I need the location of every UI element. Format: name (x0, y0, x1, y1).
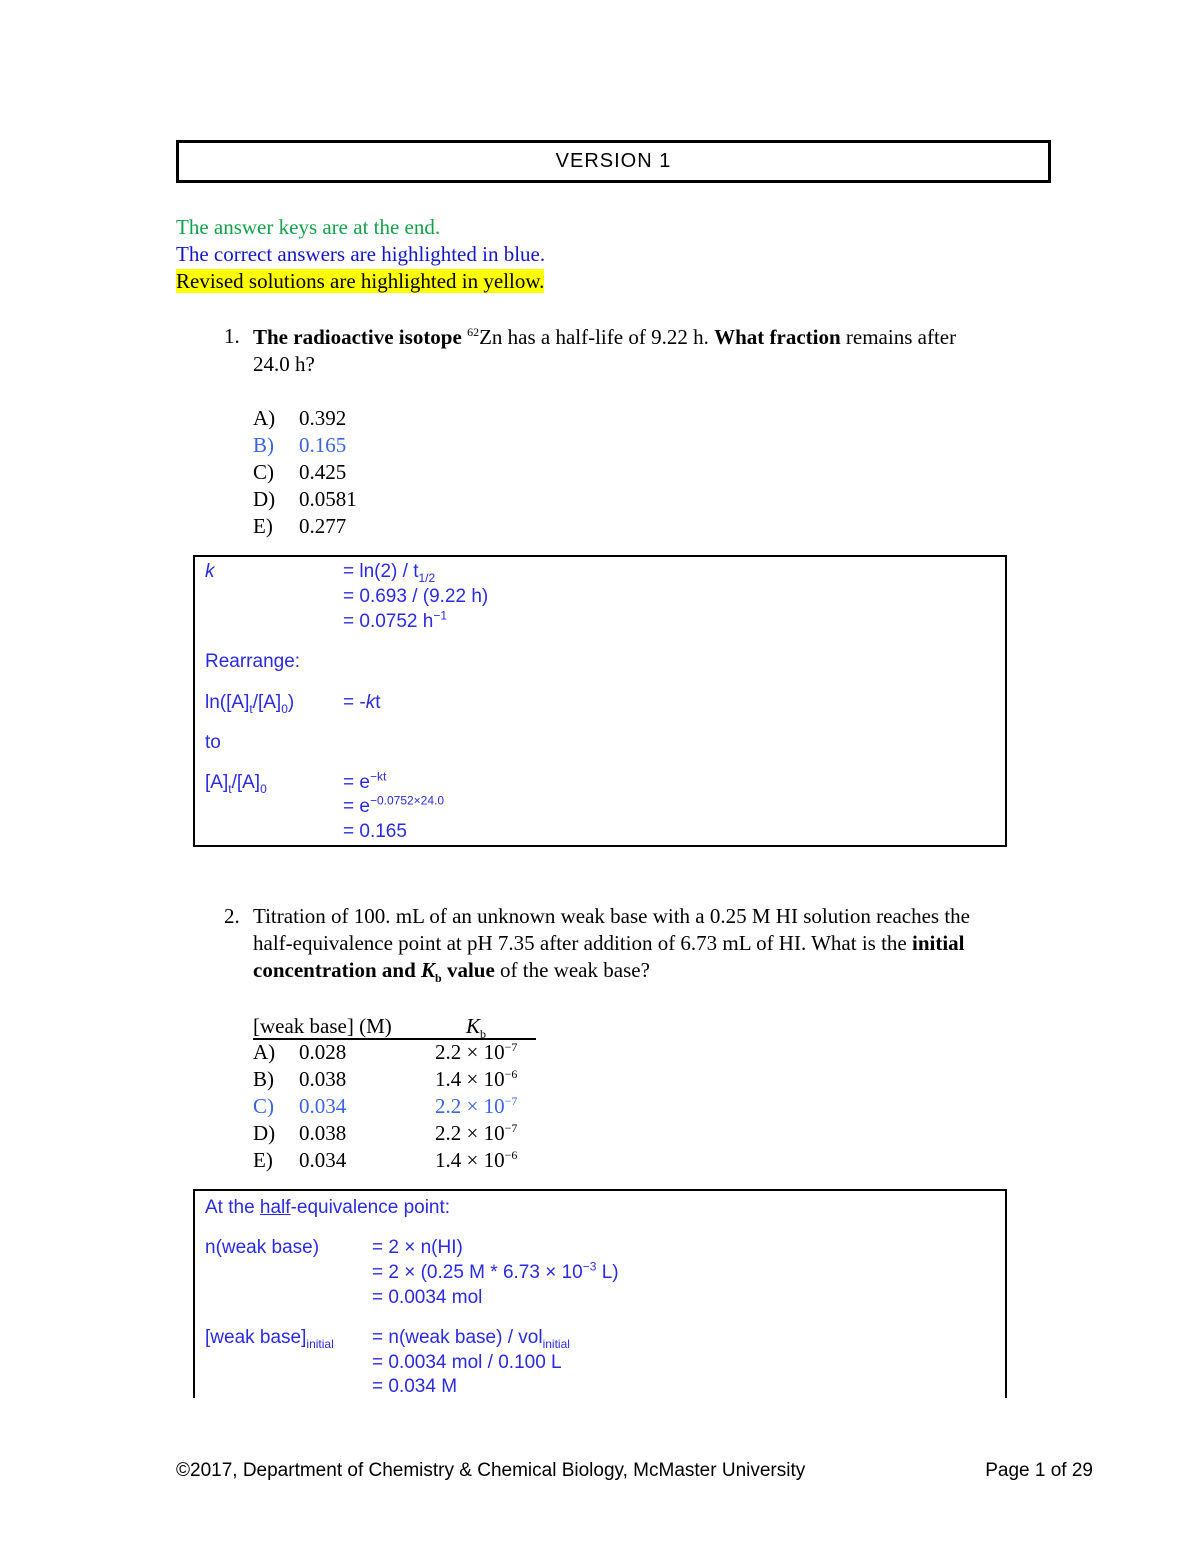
option-value: 0.0581 (299, 487, 357, 511)
q1-option: C) 0.425 (253, 460, 346, 484)
note-answer-keys: The answer keys are at the end. (176, 215, 441, 239)
option-letter: E) (253, 514, 273, 538)
q1-text-1: Zn has a half-life of 9.22 h. (479, 325, 715, 349)
footer-page-number: Page 1 of 29 (985, 1460, 1093, 1481)
sol-ratio-eq1: = e−kt (343, 769, 387, 793)
option-letter: B) (253, 1067, 274, 1091)
option-letter: D) (253, 1121, 276, 1145)
option-letter: E) (253, 1148, 273, 1172)
q2-number: 2. (224, 904, 240, 928)
note-correct-answers: The correct answers are highlighted in b… (176, 242, 546, 266)
sol-ratio-eq2: = e−0.0752×24.0 (343, 793, 445, 817)
option-letter: B) (253, 433, 274, 457)
option-value: 0.038 (299, 1067, 347, 1091)
option-value: 0.034 (299, 1094, 347, 1118)
sol-ratio-lhs: [A]t/[A]0 (205, 772, 267, 796)
col-kb: Kb (466, 1014, 487, 1042)
q1-text-line2: 24.0 h? (253, 352, 315, 376)
q1-text: The radioactive isotope 62Zn has a half-… (253, 325, 956, 349)
sol2-c-eq2: = 0.0034 mol / 0.100 L (372, 1352, 562, 1373)
sol-k-eq1: = ln(2) / t1/2 (343, 561, 436, 585)
q1-text-2: remains after (840, 325, 957, 349)
option-value: 0.038 (299, 1121, 347, 1145)
q2-line3: concentration and Kb value of the weak b… (253, 958, 650, 986)
q1-solution-box: k = ln(2) / t1/2 = 0.693 / (9.22 h) = 0.… (193, 555, 1007, 847)
q1-sup: 62 (467, 325, 480, 339)
option-value: 0.392 (299, 406, 347, 430)
option-letter: C) (253, 1094, 274, 1118)
q2-option: A) 0.028 2.2 × 10−7 (253, 1040, 517, 1064)
sol2-heading: At the half-equivalence point: (205, 1197, 451, 1218)
q1-option: B) 0.165 (253, 433, 346, 457)
sol-k-eq3: = 0.0752 h−1 (343, 608, 448, 632)
version-title: VERSION 1 (555, 150, 672, 172)
option-letter: C) (253, 460, 274, 484)
sol2-n-eq3: = 0.0034 mol (372, 1287, 483, 1308)
sol2-n-eq1: = 2 × n(HI) (372, 1237, 463, 1258)
option-kb: 2.2 × 10−7 (435, 1094, 518, 1118)
q2-solution-box: At the half-equivalence point: n(weak ba… (193, 1189, 1007, 1429)
sol-ratio-eq3: = 0.165 (343, 821, 407, 842)
option-kb: 1.4 × 10−6 (435, 1067, 518, 1091)
note-revised: Revised solutions are highlighted in yel… (176, 269, 545, 293)
option-letter: A) (253, 406, 276, 430)
sol-ln-lhs: ln([A]t/[A]0) (205, 692, 295, 716)
q2-option: C) 0.034 2.2 × 10−7 (253, 1094, 517, 1118)
q1-bold-2: What fraction (714, 325, 841, 349)
sol2-n-lhs: n(weak base) (205, 1237, 320, 1258)
q2-table-header: [weak base] (M) Kb (253, 1014, 536, 1040)
option-letter: D) (253, 487, 276, 511)
sol-rearrange: Rearrange: (205, 651, 301, 672)
q2-option: B) 0.038 1.4 × 10−6 (253, 1067, 517, 1091)
revised-highlight: Revised solutions are highlighted in yel… (176, 269, 545, 293)
col-weak-base: [weak base] (M) (253, 1014, 392, 1038)
q1-bold-1: The radioactive isotope (253, 325, 468, 349)
q1-option: D) 0.0581 (253, 487, 357, 511)
option-kb: 2.2 × 10−7 (435, 1121, 518, 1145)
q2-line2: half-equivalence point at pH 7.35 after … (253, 931, 965, 955)
sol2-c-lhs: [weak base]initial (205, 1327, 334, 1351)
option-kb: 2.2 × 10−7 (435, 1040, 518, 1064)
sol2-c-eq3: = 0.034 M (372, 1376, 458, 1397)
sol-k-eq2: = 0.693 / (9.22 h) (343, 586, 489, 607)
sol-k-label: k (205, 561, 215, 582)
sol2-c-eq1: = n(weak base) / volinitial (372, 1327, 570, 1351)
q1-number: 1. (224, 324, 240, 348)
q1-option: E) 0.277 (253, 514, 346, 538)
q2-option: E) 0.034 1.4 × 10−6 (253, 1148, 517, 1172)
sol-to: to (205, 732, 221, 753)
sol-ln-rhs: = -kt (343, 692, 381, 713)
q2-line1: Titration of 100. mL of an unknown weak … (253, 904, 970, 928)
option-value: 0.028 (299, 1040, 347, 1064)
q2-option: D) 0.038 2.2 × 10−7 (253, 1121, 517, 1145)
option-value: 0.425 (299, 460, 347, 484)
version-banner: VERSION 1 (176, 140, 1051, 183)
option-value: 0.277 (299, 514, 347, 538)
option-value: 0.165 (299, 433, 347, 457)
option-kb: 1.4 × 10−6 (435, 1148, 518, 1172)
q1-option: A) 0.392 (253, 406, 346, 430)
option-value: 0.034 (299, 1148, 347, 1172)
option-letter: A) (253, 1040, 276, 1064)
sol2-n-eq2: = 2 × (0.25 M * 6.73 × 10−3 L) (372, 1259, 619, 1283)
footer-copyright: ©2017, Department of Chemistry & Chemica… (176, 1460, 806, 1481)
